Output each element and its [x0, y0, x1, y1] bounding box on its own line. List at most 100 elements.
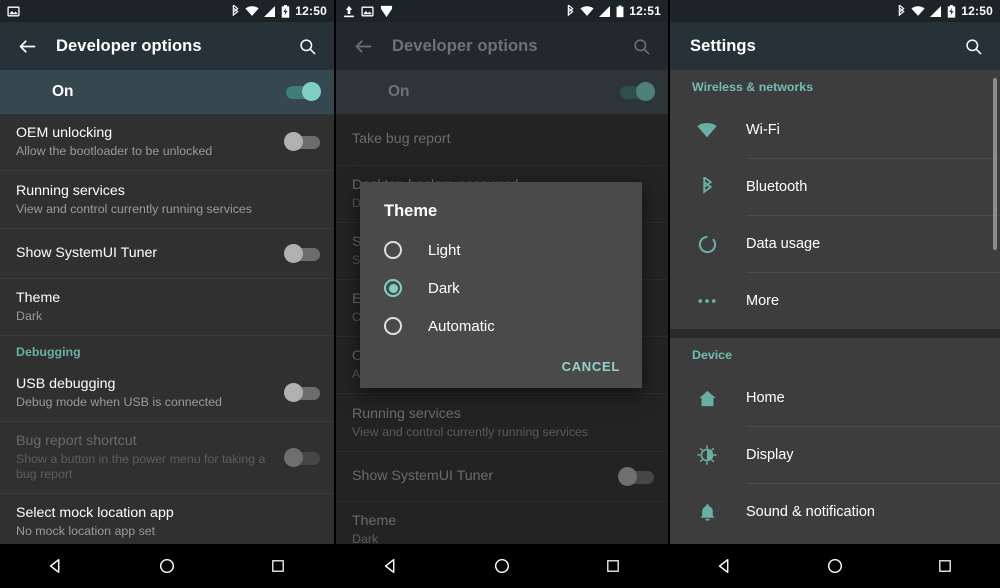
nav-recents-square-icon[interactable] [258, 546, 298, 586]
settings-row-home[interactable]: Home [670, 370, 1000, 426]
list-item-running-services[interactable]: Running services View and control curren… [0, 171, 334, 229]
toggle-knob [284, 132, 303, 151]
back-arrow-icon[interactable] [12, 31, 42, 61]
list-item-text: Show SystemUI Tuner [352, 468, 620, 485]
list-item-summary: Allow the bootloader to be unlocked [16, 144, 213, 158]
status-bar-clock: 12:51 [629, 4, 661, 18]
cancel-button[interactable]: CANCEL [562, 359, 620, 374]
wifi-icon [692, 122, 722, 138]
systemui-tuner-toggle[interactable] [284, 243, 320, 263]
master-toggle-label: On [388, 83, 410, 100]
settings-row-more[interactable]: More [670, 273, 1000, 329]
nav-back-triangle-icon[interactable] [371, 546, 411, 586]
wifi-icon [580, 5, 594, 17]
battery-charging-icon [947, 4, 956, 18]
nav-recents-square-icon[interactable] [593, 546, 633, 586]
nav-home-circle-icon[interactable] [815, 546, 855, 586]
radio-button-selected-icon[interactable] [384, 279, 402, 297]
settings-row-sound-notification[interactable]: Sound & notification [670, 484, 1000, 540]
list-item-summary: No mock location app set [16, 524, 156, 538]
section-header-debugging: Debugging [0, 336, 334, 365]
battery-icon [616, 5, 624, 18]
list-item-summary: View and control currently running servi… [16, 201, 252, 216]
developer-options-master-row: On [336, 70, 668, 114]
wifi-icon [911, 5, 925, 17]
oem-unlocking-toggle[interactable] [284, 132, 320, 151]
nav-recents-square-icon[interactable] [925, 546, 965, 586]
status-bar-left-icons [7, 5, 20, 18]
list-item-text: OEM unlocking Allow the bootloader to be… [16, 125, 286, 159]
nav-back-triangle-icon[interactable] [36, 546, 76, 586]
status-bar-right-icons: 12:50 [231, 4, 327, 18]
status-bar: 12:51 [336, 0, 668, 22]
list-item-select-mock-location-app[interactable]: Select mock location app No mock locatio… [0, 494, 334, 551]
toggle-knob [636, 82, 655, 101]
wifi-icon [245, 5, 259, 17]
list-item-title: Show SystemUI Tuner [16, 245, 158, 261]
list-item-text: Running services View and control curren… [16, 183, 320, 217]
search-icon[interactable] [958, 31, 988, 61]
page-title: Settings [690, 36, 756, 55]
developer-options-list: On OEM unlocking Allow the bootloader to… [0, 70, 334, 574]
radio-button-icon[interactable] [384, 241, 402, 259]
status-bar-clock: 12:50 [295, 4, 327, 18]
settings-row-label: Bluetooth [746, 179, 808, 195]
radio-option-light[interactable]: Light [360, 231, 642, 269]
settings-row-display[interactable]: Display [670, 427, 1000, 483]
image-icon [361, 5, 374, 18]
radio-option-label: Light [428, 241, 461, 259]
toggle-knob [618, 466, 637, 486]
home-icon [692, 389, 722, 408]
toggle-knob [284, 243, 303, 263]
developer-options-master-row[interactable]: On [0, 70, 334, 114]
signal-icon [599, 5, 611, 17]
radio-option-dark[interactable]: Dark [360, 269, 642, 307]
section-header-wireless-networks: Wireless & networks [692, 80, 814, 94]
app-bar: Developer options [0, 22, 334, 70]
list-item-show-systemui-tuner[interactable]: Show SystemUI Tuner [0, 229, 334, 279]
radio-option-label: Automatic [428, 317, 495, 335]
list-item-bug-report-shortcut: Bug report shortcut Show a button in the… [0, 422, 334, 494]
list-item-usb-debugging[interactable]: USB debugging Debug mode when USB is con… [0, 365, 334, 422]
systemui-tuner-toggle [618, 466, 654, 486]
display-icon [692, 445, 722, 465]
back-arrow-icon[interactable] [348, 31, 378, 61]
toggle-knob [284, 383, 303, 402]
settings-row-bluetooth[interactable]: Bluetooth [670, 159, 1000, 215]
toggle-knob [302, 82, 321, 101]
phone-panel-settings: 12:50 Settings Wireless & networks Wi-Fi… [668, 0, 1000, 588]
list-item-theme[interactable]: Theme Dark [0, 279, 334, 336]
bluetooth-icon [897, 4, 906, 18]
nav-home-circle-icon[interactable] [482, 546, 522, 586]
list-item-title: USB debugging [16, 376, 116, 392]
usb-debugging-toggle[interactable] [284, 383, 320, 402]
list-item-summary: View and control currently running servi… [352, 424, 588, 439]
list-item-summary: Debug mode when USB is connected [16, 395, 222, 409]
settings-row-label: Home [746, 390, 785, 406]
search-icon[interactable] [292, 31, 322, 61]
list-item-take-bug-report: Take bug report [336, 114, 668, 166]
battery-charging-icon [281, 4, 290, 18]
master-toggle-switch[interactable] [286, 82, 321, 101]
radio-button-icon[interactable] [384, 317, 402, 335]
status-bar-clock: 12:50 [961, 4, 993, 18]
phone-panel-theme-dialog: 12:51 Developer options On Take bug repo… [334, 0, 668, 588]
nav-home-circle-icon[interactable] [147, 546, 187, 586]
radio-option-automatic[interactable]: Automatic [360, 307, 642, 345]
settings-row-wifi[interactable]: Wi-Fi [670, 102, 1000, 158]
status-bar-right-icons: 12:51 [566, 4, 661, 18]
settings-row-label: Data usage [746, 236, 821, 252]
list-item-title: Bug report shortcut [16, 433, 137, 449]
app-bar: Settings [670, 22, 1000, 70]
list-item-show-systemui-tuner: Show SystemUI Tuner [336, 452, 668, 502]
list-item-oem-unlocking[interactable]: OEM unlocking Allow the bootloader to be… [0, 114, 334, 171]
settings-row-data-usage[interactable]: Data usage [670, 216, 1000, 272]
page-title: Developer options [392, 36, 538, 55]
list-item-text: Theme Dark [16, 290, 320, 324]
section-header-device: Device [692, 348, 732, 362]
list-item-text: Select mock location app No mock locatio… [16, 505, 320, 539]
search-icon[interactable] [626, 31, 656, 61]
bell-icon [692, 503, 722, 522]
nav-back-triangle-icon[interactable] [705, 546, 745, 586]
settings-row-label: More [746, 293, 780, 309]
